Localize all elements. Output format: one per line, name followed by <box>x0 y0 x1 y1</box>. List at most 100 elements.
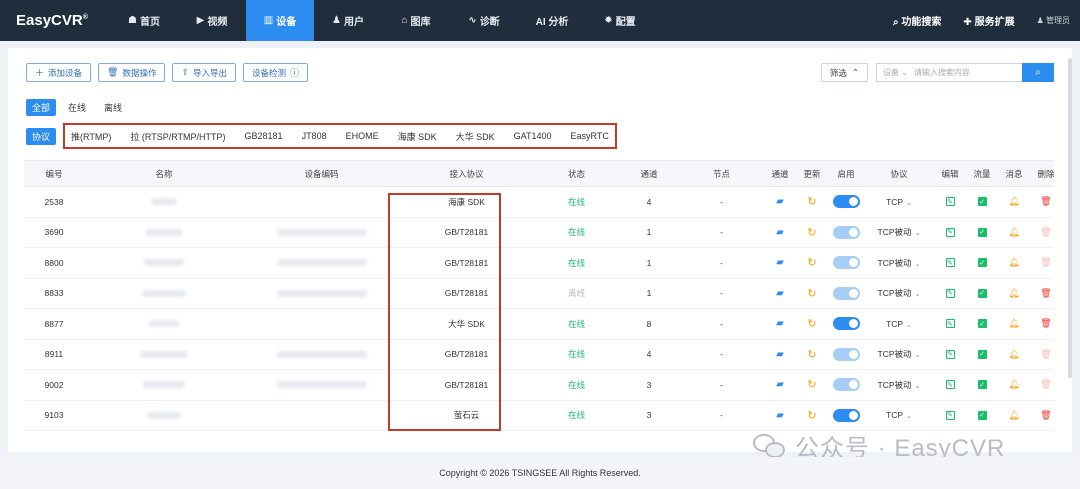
protocol-option[interactable]: 大华 SDK <box>456 130 495 143</box>
nav-item-2[interactable]: ▥ 设备 <box>246 0 314 41</box>
search-button[interactable]: ⌕ <box>1022 63 1054 82</box>
refresh-icon[interactable]: ↻ <box>807 287 816 300</box>
folder-icon[interactable]: ▰ <box>776 349 784 360</box>
nav-item-0[interactable]: ☗ 首页 <box>110 0 178 41</box>
device-check-button[interactable]: 设备检测 ⓘ <box>243 63 309 82</box>
delete-icon[interactable]: 🗑︎ <box>1040 410 1051 421</box>
flow-icon[interactable]: ✓ <box>977 258 987 268</box>
enable-toggle[interactable] <box>832 225 860 239</box>
transport-select[interactable]: TCP ⌄ <box>864 197 934 207</box>
enable-toggle[interactable] <box>832 317 860 331</box>
refresh-icon[interactable]: ↻ <box>807 378 816 391</box>
transport-value: TCP <box>886 410 904 421</box>
transport-select[interactable]: TCP被动 ⌄ <box>864 348 934 360</box>
folder-icon[interactable]: ▰ <box>776 318 784 329</box>
enable-toggle[interactable] <box>832 256 860 270</box>
folder-icon[interactable]: ▰ <box>776 257 784 268</box>
protocol-option[interactable]: EHOME <box>346 131 379 141</box>
filter-button[interactable]: 筛选 ⌃ <box>820 63 868 82</box>
flow-icon[interactable]: ✓ <box>977 410 987 420</box>
flow-icon[interactable]: ✓ <box>977 227 987 237</box>
nav-item-4[interactable]: ⌂ 图库 <box>382 0 450 41</box>
protocol-option[interactable]: EasyRTC <box>570 131 608 141</box>
refresh-icon[interactable]: ↻ <box>807 348 816 361</box>
import-export-button[interactable]: ⇪ 导入导出 <box>172 63 237 82</box>
refresh-icon[interactable]: ↻ <box>807 256 816 269</box>
bell-icon[interactable]: 🔔︎ <box>1008 288 1019 299</box>
flow-icon[interactable]: ✓ <box>977 380 987 390</box>
delete-icon[interactable]: 🗑︎ <box>1040 349 1051 360</box>
delete-icon[interactable]: 🗑︎ <box>1040 288 1051 299</box>
protocol-option[interactable]: GAT1400 <box>514 131 552 141</box>
status-tab-0[interactable]: 全部 <box>26 99 57 116</box>
flow-icon[interactable]: ✓ <box>977 197 987 207</box>
edit-icon[interactable]: ✎ <box>945 197 955 207</box>
enable-toggle[interactable] <box>832 347 860 361</box>
user-menu[interactable]: ♟ 管理员 <box>1037 15 1070 26</box>
folder-icon[interactable]: ▰ <box>776 196 784 207</box>
nav-item-3[interactable]: ♟ 用户 <box>314 0 382 41</box>
transport-select[interactable]: TCP被动 ⌄ <box>864 226 934 238</box>
search-scope-select[interactable]: 设备 ⌄ <box>883 67 908 78</box>
enable-toggle[interactable] <box>832 286 860 300</box>
bell-icon[interactable]: 🔔︎ <box>1008 257 1019 268</box>
app-logo[interactable]: EasyCVR® <box>0 12 110 29</box>
bell-icon[interactable]: 🔔︎ <box>1008 349 1019 360</box>
bell-icon[interactable]: 🔔︎ <box>1008 227 1019 238</box>
enable-toggle[interactable] <box>832 378 860 392</box>
data-ops-button[interactable]: 🗑︎ 数据操作 <box>98 63 166 82</box>
feature-search-link[interactable]: ⌕ 功能搜索 <box>893 13 941 28</box>
transport-select[interactable]: TCP被动 ⌄ <box>864 287 934 299</box>
search-input[interactable]: 设备 ⌄ 请输入搜索内容 <box>876 63 1022 82</box>
protocol-option[interactable]: GB28181 <box>245 131 283 141</box>
edit-icon[interactable]: ✎ <box>945 319 955 329</box>
delete-icon[interactable]: 🗑︎ <box>1040 379 1051 390</box>
refresh-icon[interactable]: ↻ <box>807 195 816 208</box>
edit-icon[interactable]: ✎ <box>945 288 955 298</box>
folder-icon[interactable]: ▰ <box>776 410 784 421</box>
protocol-option[interactable]: 海康 SDK <box>398 130 437 143</box>
status-tab-1[interactable]: 在线 <box>62 99 92 116</box>
nav-item-6[interactable]: AI 分析 <box>518 0 586 41</box>
edit-icon[interactable]: ✎ <box>945 227 955 237</box>
delete-icon[interactable]: 🗑︎ <box>1040 318 1051 329</box>
folder-icon[interactable]: ▰ <box>776 227 784 238</box>
bell-icon[interactable]: 🔔︎ <box>1008 379 1019 390</box>
protocol-option[interactable]: 拉 (RTSP/RTMP/HTTP) <box>130 130 225 143</box>
edit-icon[interactable]: ✎ <box>945 380 955 390</box>
edit-icon[interactable]: ✎ <box>945 410 955 420</box>
bell-icon[interactable]: 🔔︎ <box>1008 410 1019 421</box>
nav-item-7[interactable]: ✹ 配置 <box>586 0 654 41</box>
folder-icon[interactable]: ▰ <box>776 288 784 299</box>
add-device-button[interactable]: ＋添加设备 <box>26 63 92 82</box>
nav-item-1[interactable]: ▶ 视频 <box>178 0 246 41</box>
delete-icon[interactable]: 🗑︎ <box>1040 196 1051 207</box>
enable-toggle[interactable] <box>832 408 860 422</box>
refresh-icon[interactable]: ↻ <box>807 409 816 422</box>
flow-icon[interactable]: ✓ <box>977 288 987 298</box>
enable-toggle[interactable] <box>832 195 860 209</box>
transport-select[interactable]: TCP被动 ⌄ <box>864 379 934 391</box>
transport-select[interactable]: TCP ⌄ <box>864 319 934 329</box>
refresh-icon[interactable]: ↻ <box>807 317 816 330</box>
transport-select[interactable]: TCP ⌄ <box>864 410 934 420</box>
edit-icon[interactable]: ✎ <box>945 258 955 268</box>
flow-cell: ✓ <box>966 349 998 359</box>
nav-item-5[interactable]: ∿ 诊断 <box>450 0 518 41</box>
transport-select[interactable]: TCP被动 ⌄ <box>864 257 934 269</box>
bell-icon[interactable]: 🔔︎ <box>1008 196 1019 207</box>
vertical-scrollbar[interactable] <box>1068 58 1072 378</box>
protocol-option[interactable]: 推(RTMP) <box>71 130 111 143</box>
refresh-icon[interactable]: ↻ <box>807 226 816 239</box>
service-extend-link[interactable]: ✚ 服务扩展 <box>963 13 1014 28</box>
edit-icon[interactable]: ✎ <box>945 349 955 359</box>
folder-icon[interactable]: ▰ <box>776 379 784 390</box>
delete-icon[interactable]: 🗑︎ <box>1040 227 1051 238</box>
protocol-option[interactable]: JT808 <box>302 131 327 141</box>
flow-icon[interactable]: ✓ <box>977 349 987 359</box>
status-tab-2[interactable]: 离线 <box>98 99 128 116</box>
bell-icon[interactable]: 🔔︎ <box>1008 318 1019 329</box>
help-icon: ⓘ <box>290 68 300 78</box>
flow-icon[interactable]: ✓ <box>977 319 987 329</box>
delete-icon[interactable]: 🗑︎ <box>1040 257 1051 268</box>
